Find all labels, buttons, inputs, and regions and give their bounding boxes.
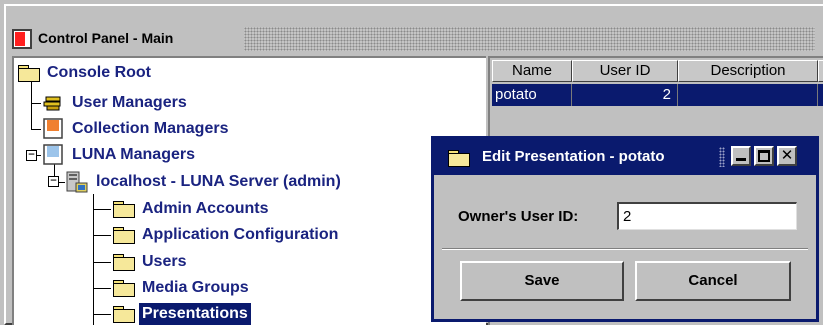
folder-icon — [448, 150, 470, 167]
title-grip — [719, 147, 725, 167]
folder-icon — [113, 306, 135, 323]
user-managers-icon — [43, 96, 61, 111]
tree-item-users[interactable]: Users — [113, 251, 189, 273]
tree-connector — [31, 80, 32, 129]
collection-managers-icon — [43, 118, 63, 139]
tree-item-label: Collection Managers — [72, 120, 229, 137]
tree-item-application-configuration[interactable]: Application Configuration — [113, 224, 341, 246]
tree-item-localhost-server[interactable]: localhost - LUNA Server (admin) — [65, 171, 344, 193]
main-title-bar[interactable]: Control Panel - Main — [8, 26, 823, 54]
tree-connector — [93, 314, 111, 315]
cancel-button[interactable]: Cancel — [635, 261, 791, 301]
tree-item-label: Media Groups — [142, 279, 249, 296]
dialog-title-bar[interactable]: Edit Presentation - potato ✕ — [434, 139, 816, 175]
column-header-description[interactable]: Description — [678, 60, 818, 82]
tree-connector — [93, 262, 111, 263]
luna-managers-icon — [43, 144, 63, 165]
tree-item-label: Users — [142, 253, 187, 270]
window-title: Control Panel - Main — [38, 30, 174, 46]
column-header-user-id[interactable]: User ID — [572, 60, 678, 82]
tree-item-user-managers[interactable]: User Managers — [43, 92, 190, 114]
folder-icon — [113, 227, 135, 244]
tree-item-collection-managers[interactable]: Collection Managers — [43, 118, 231, 140]
tree-item-media-groups[interactable]: Media Groups — [113, 277, 252, 299]
cell-name: potato — [492, 84, 572, 106]
tree-item-label: Presentations — [139, 303, 251, 325]
tree-item-console-root[interactable]: Console Root — [18, 62, 154, 84]
tree-connector — [31, 129, 41, 130]
tree-connector — [93, 288, 111, 289]
tree-connector — [93, 209, 111, 210]
tree-item-admin-accounts[interactable]: Admin Accounts — [113, 198, 272, 220]
tree-item-label: localhost - LUNA Server (admin) — [96, 173, 341, 190]
app-icon — [12, 29, 32, 49]
table-row[interactable]: potato 2 — [492, 84, 823, 106]
tree-item-label: Console Root — [47, 64, 151, 81]
tree-connector — [31, 103, 41, 104]
cell-description — [678, 84, 818, 106]
tree-item-presentations[interactable]: Presentations — [113, 303, 251, 325]
dialog-separator — [442, 248, 808, 250]
tree-item-luna-managers[interactable]: LUNA Managers — [43, 144, 198, 166]
edit-presentation-dialog: Edit Presentation - potato ✕ Owner's Use… — [431, 136, 819, 322]
save-button[interactable]: Save — [460, 261, 624, 301]
folder-icon — [113, 280, 135, 297]
dialog-title: Edit Presentation - potato — [482, 148, 665, 165]
cell-user-id: 2 — [572, 84, 678, 106]
folder-icon — [113, 254, 135, 271]
collapse-icon[interactable]: − — [48, 176, 59, 187]
tree-item-label: User Managers — [72, 94, 187, 111]
column-header-extra[interactable] — [818, 60, 823, 82]
tree-connector — [93, 235, 111, 236]
owner-user-id-input[interactable]: 2 — [617, 202, 797, 230]
collapse-icon[interactable]: − — [26, 150, 37, 161]
column-header-name[interactable]: Name — [492, 60, 572, 82]
tree-item-label: Admin Accounts — [142, 200, 269, 217]
tree-connector — [93, 194, 94, 325]
minimize-button[interactable] — [731, 146, 751, 166]
close-button[interactable]: ✕ — [777, 146, 797, 166]
title-bar-grip — [244, 27, 815, 51]
server-icon — [66, 171, 88, 193]
tree-pane: − − Console Root User Managers Collectio… — [12, 56, 486, 325]
owner-user-id-label: Owner's User ID: — [458, 208, 579, 225]
folder-icon — [18, 65, 40, 82]
tree-item-label: LUNA Managers — [72, 146, 195, 163]
tree-item-label: Application Configuration — [142, 226, 339, 243]
folder-icon — [113, 201, 135, 218]
maximize-button[interactable] — [754, 146, 774, 166]
